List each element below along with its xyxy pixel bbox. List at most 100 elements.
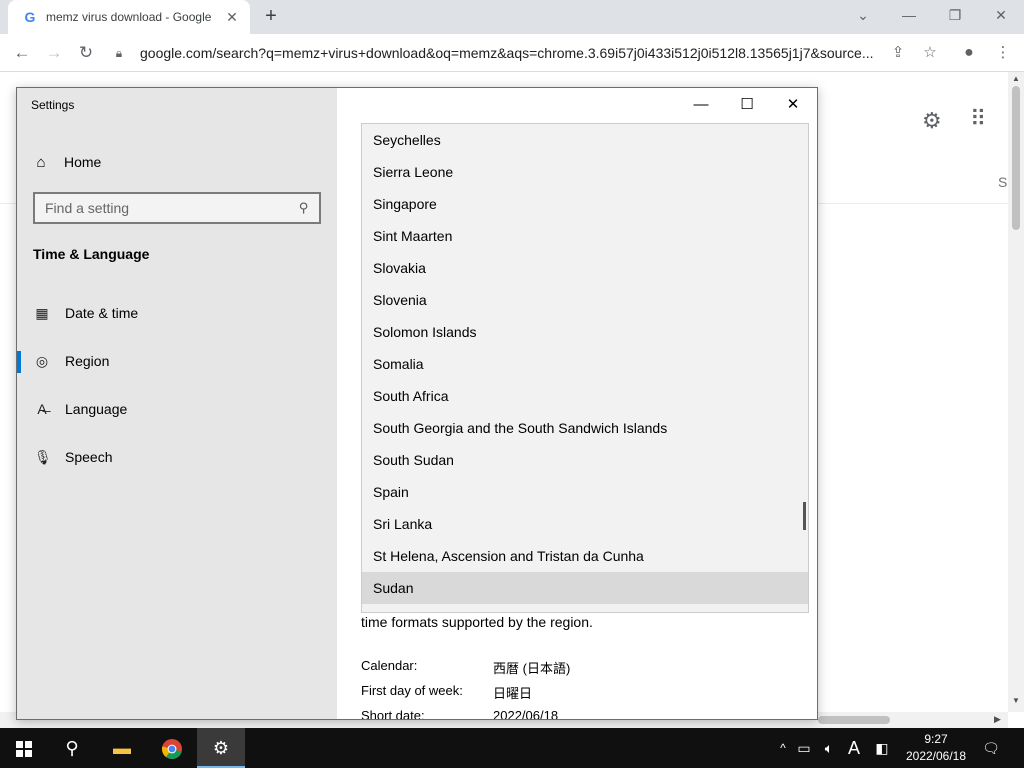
- format-label: First day of week:: [361, 683, 463, 698]
- nav-item-label: Date & time: [65, 305, 139, 321]
- ime-mode-icon[interactable]: ◧: [872, 728, 892, 768]
- notifications-icon[interactable]: 🗨︎: [980, 728, 1002, 768]
- url-text[interactable]: google.com/search?q=memz+virus+download&…: [140, 45, 948, 61]
- clock[interactable]: 9:27 2022/06/18: [900, 731, 972, 765]
- tab-title: memz virus download - Google: [46, 10, 212, 24]
- search-taskbar-icon[interactable]: ⚲: [48, 728, 96, 768]
- format-label: Calendar:: [361, 658, 418, 673]
- apps-icon[interactable]: ⠿: [970, 108, 986, 130]
- section-title: Time & Language: [33, 246, 150, 262]
- format-row-calendar: Calendar: 西暦 (日本語): [361, 658, 570, 676]
- settings-app-title: Settings: [31, 98, 75, 112]
- settings-sidebar: Settings ⌂ Home ⚲ Time & Language ▦ Date…: [17, 88, 337, 719]
- chrome-taskbar-icon[interactable]: [148, 728, 196, 768]
- ime-indicator[interactable]: A: [844, 728, 864, 768]
- scroll-up-icon[interactable]: ▲: [1012, 74, 1020, 83]
- menu-icon[interactable]: ⋮: [990, 39, 1016, 67]
- clock-date: 2022/06/18: [905, 749, 967, 763]
- settings-main-pane: — ☐ ✕ Seychelles Sierra Leone Singapore …: [337, 88, 817, 720]
- region-icon: ◎: [35, 352, 49, 369]
- gear-icon[interactable]: ⚙: [922, 108, 942, 134]
- dropdown-option[interactable]: Seychelles: [362, 124, 808, 156]
- dropdown-option[interactable]: Slovakia: [362, 252, 808, 284]
- clock-time: 9:27: [924, 732, 948, 746]
- address-bar[interactable]: 🔒︎ google.com/search?q=memz+virus+downlo…: [112, 38, 948, 68]
- dropdown-option[interactable]: Spain: [362, 476, 808, 508]
- horizontal-scroll-thumb[interactable]: [818, 716, 890, 724]
- volume-icon[interactable]: 🔈︎: [818, 728, 840, 768]
- nav-item-label: Speech: [65, 449, 113, 465]
- country-dropdown-list[interactable]: Seychelles Sierra Leone Singapore Sint M…: [361, 123, 809, 613]
- taskbar: ⚲ ▬ ⚙ ^ ▭ 🔈︎ A ◧ 9:27 2022/06/18 🗨︎: [0, 728, 1024, 768]
- format-row-first-day: First day of week: 日曜日: [361, 683, 532, 701]
- new-tab-button[interactable]: +: [259, 5, 283, 29]
- network-icon[interactable]: ▭: [794, 728, 814, 768]
- language-icon: A̶: [37, 401, 47, 417]
- share-icon[interactable]: ⇪: [885, 39, 911, 67]
- forward-icon[interactable]: →: [40, 39, 68, 67]
- find-setting-box[interactable]: ⚲: [33, 192, 321, 224]
- nav-item-label: Language: [65, 401, 128, 417]
- format-value: 西暦 (日本語): [493, 661, 571, 676]
- nav-item-language[interactable]: A̶ Language: [17, 391, 337, 427]
- format-value: 日曜日: [493, 686, 533, 701]
- tab-close-icon[interactable]: ✕: [224, 9, 240, 26]
- dropdown-option[interactable]: South Sudan: [362, 444, 808, 476]
- microphone-icon: 🎙︎: [34, 448, 52, 465]
- lock-icon[interactable]: 🔒︎: [112, 46, 126, 61]
- scroll-right-icon[interactable]: ▶: [994, 714, 1001, 725]
- star-icon[interactable]: ☆: [917, 39, 943, 67]
- dropdown-scroll-thumb[interactable]: [803, 502, 806, 530]
- browser-toolbar: ← → ↻ 🔒︎ google.com/search?q=memz+virus+…: [0, 34, 1024, 72]
- scroll-down-icon[interactable]: ▼: [1012, 696, 1020, 705]
- dropdown-option[interactable]: Slovenia: [362, 284, 808, 316]
- back-icon[interactable]: ←: [8, 39, 36, 67]
- dropdown-option[interactable]: South Georgia and the South Sandwich Isl…: [362, 412, 808, 444]
- settings-window: Settings ⌂ Home ⚲ Time & Language ▦ Date…: [16, 87, 818, 720]
- format-value: 2022/06/18: [493, 708, 559, 720]
- minimize-settings-button[interactable]: —: [678, 92, 724, 118]
- home-icon: ⌂: [36, 153, 46, 171]
- nav-item-speech[interactable]: 🎙︎ Speech: [17, 439, 337, 475]
- nav-home[interactable]: ⌂ Home: [33, 150, 333, 174]
- google-favicon-icon: G: [24, 9, 36, 25]
- minimize-browser-button[interactable]: —: [886, 0, 932, 32]
- dropdown-option[interactable]: South Africa: [362, 380, 808, 412]
- page-vertical-scrollbar[interactable]: ▲ ▼: [1008, 72, 1024, 712]
- show-hidden-icons-chevron[interactable]: ^: [774, 728, 792, 768]
- reload-icon[interactable]: ↻: [72, 39, 100, 67]
- profile-icon[interactable]: ●: [956, 39, 982, 67]
- find-setting-input[interactable]: [45, 200, 300, 216]
- tab-search-chevron-icon[interactable]: ⌄: [840, 0, 886, 32]
- close-settings-button[interactable]: ✕: [770, 92, 816, 118]
- file-explorer-icon[interactable]: ▬: [98, 728, 146, 768]
- browser-tab[interactable]: G memz virus download - Google ✕: [8, 0, 250, 34]
- settings-taskbar-icon[interactable]: ⚙: [197, 728, 245, 768]
- chrome-logo-icon: [161, 739, 182, 760]
- restore-browser-button[interactable]: ❐: [932, 0, 978, 32]
- dropdown-option-selected[interactable]: Sudan: [362, 572, 808, 604]
- windows-logo-icon: [16, 741, 32, 758]
- dropdown-option[interactable]: Sierra Leone: [362, 156, 808, 188]
- dropdown-option[interactable]: St Helena, Ascension and Tristan da Cunh…: [362, 540, 808, 572]
- tab-strip: G memz virus download - Google ✕ + ⌄ — ❐…: [0, 0, 1024, 34]
- nav-item-region[interactable]: ◎ Region: [17, 343, 337, 379]
- partial-tab-text[interactable]: S: [998, 174, 1007, 190]
- nav-item-date-time[interactable]: ▦ Date & time: [17, 295, 337, 331]
- close-browser-button[interactable]: ✕: [978, 0, 1024, 32]
- maximize-settings-button[interactable]: ☐: [724, 92, 770, 118]
- dropdown-option[interactable]: Sint Maarten: [362, 220, 808, 252]
- dropdown-option[interactable]: Somalia: [362, 348, 808, 380]
- dropdown-option[interactable]: Singapore: [362, 188, 808, 220]
- nav-home-label: Home: [64, 154, 102, 170]
- format-label: Short date:: [361, 708, 425, 720]
- dropdown-option[interactable]: Solomon Islands: [362, 316, 808, 348]
- search-icon[interactable]: ⚲: [299, 200, 309, 216]
- start-button[interactable]: [0, 728, 48, 768]
- format-row-short-date: Short date: 2022/06/18: [361, 708, 558, 720]
- nav-item-label: Region: [65, 353, 110, 369]
- dropdown-option[interactable]: Sri Lanka: [362, 508, 808, 540]
- vertical-scroll-thumb[interactable]: [1012, 86, 1020, 230]
- format-description: time formats supported by the region.: [361, 614, 593, 630]
- date-time-icon: ▦: [35, 304, 49, 321]
